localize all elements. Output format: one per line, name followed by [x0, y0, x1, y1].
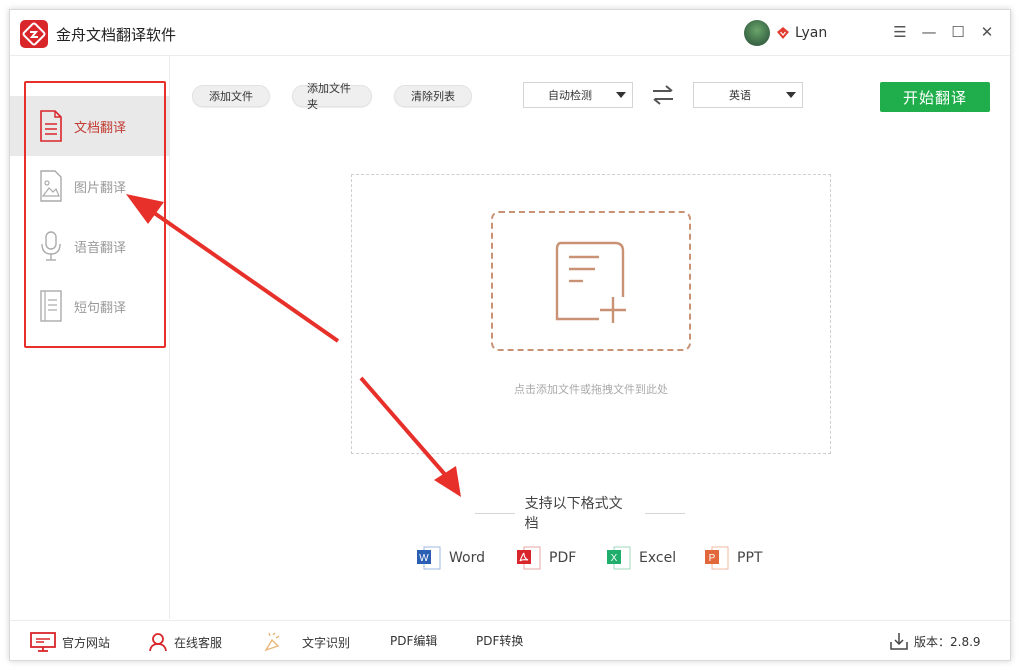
divider: [475, 512, 515, 514]
online-support-link[interactable]: 在线客服: [148, 632, 222, 652]
svg-text:W: W: [419, 553, 429, 564]
monitor-icon: [30, 632, 56, 652]
pdf-icon: [516, 545, 542, 571]
format-label: Word: [449, 550, 485, 566]
website-label: 官方网站: [62, 635, 111, 650]
app-logo-icon: [20, 20, 48, 48]
format-label: PPT: [737, 550, 763, 566]
source-language-value: 自动检测: [548, 89, 592, 102]
footer-bar: 官方网站 在线客服 文字识别 PDF编辑 PDF转换 版本：2.8.9: [10, 620, 1010, 660]
pdf-convert-link[interactable]: PDF转换: [476, 632, 523, 649]
app-window: 金舟文档翻译软件 Lyan ☰ — ☐ ✕ 文档翻译 图片翻译 语音翻译 短句翻…: [9, 9, 1011, 661]
sidebar: 文档翻译 图片翻译 语音翻译 短句翻译: [10, 56, 170, 619]
close-button[interactable]: ✕: [977, 22, 997, 42]
svg-text:P: P: [709, 553, 716, 564]
supported-formats-label: 支持以下格式文档: [524, 496, 623, 532]
chevron-down-icon: [786, 92, 796, 98]
swap-languages-icon[interactable]: [651, 84, 675, 106]
minimize-button[interactable]: —: [919, 22, 939, 42]
supported-formats-title: 支持以下格式文档: [465, 496, 695, 532]
annotation-highlight-box: [24, 81, 166, 348]
drop-hint-text: 点击添加文件或拖拽文件到此处: [514, 383, 668, 396]
app-title: 金舟文档翻译软件: [56, 26, 177, 44]
format-ppt: P PPT: [704, 545, 762, 571]
chevron-down-icon: [616, 92, 626, 98]
format-label: PDF: [549, 550, 577, 566]
title-bar: 金舟文档翻译软件 Lyan ☰ — ☐ ✕: [10, 10, 1010, 56]
svg-text:X: X: [611, 553, 618, 564]
add-file-button[interactable]: 添加文件: [192, 85, 270, 107]
word-icon: W: [416, 545, 442, 571]
start-translate-button[interactable]: 开始翻译: [880, 82, 990, 112]
ocr-icon: [262, 632, 282, 652]
website-link[interactable]: 官方网站: [30, 632, 110, 652]
vip-crown-icon: [777, 27, 789, 39]
source-language-select[interactable]: 自动检测: [523, 82, 633, 108]
support-label: 在线客服: [174, 635, 223, 650]
pdf-convert-label: PDF转换: [476, 634, 524, 648]
target-language-select[interactable]: 英语: [693, 82, 803, 108]
add-folder-button[interactable]: 添加文件夹: [292, 82, 372, 111]
clear-list-button[interactable]: 清除列表: [394, 85, 472, 107]
menu-icon[interactable]: ☰: [890, 22, 910, 42]
excel-icon: X: [606, 545, 632, 571]
pdf-edit-link[interactable]: PDF编辑: [390, 632, 437, 649]
maximize-button[interactable]: ☐: [948, 22, 968, 42]
avatar[interactable]: [744, 20, 770, 46]
target-language-value: 英语: [729, 89, 751, 102]
support-agent-icon: [148, 632, 168, 652]
divider: [645, 512, 685, 514]
file-drop-zone[interactable]: 点击添加文件或拖拽文件到此处: [351, 174, 831, 454]
ocr-label: 文字识别: [302, 635, 351, 650]
username[interactable]: Lyan: [795, 25, 827, 41]
version-label: 版本：2.8.9: [914, 634, 981, 649]
pdf-edit-label: PDF编辑: [390, 634, 438, 648]
ppt-icon: P: [704, 545, 730, 571]
download-icon: [890, 632, 908, 650]
add-document-icon: [555, 241, 626, 323]
ocr-link[interactable]: 文字识别: [262, 632, 350, 652]
add-file-target[interactable]: [491, 211, 691, 351]
format-excel: X Excel: [606, 545, 676, 571]
format-word: W Word: [416, 545, 485, 571]
format-label: Excel: [639, 550, 677, 566]
format-pdf: PDF: [516, 545, 576, 571]
version-info[interactable]: 版本：2.8.9: [890, 632, 981, 650]
